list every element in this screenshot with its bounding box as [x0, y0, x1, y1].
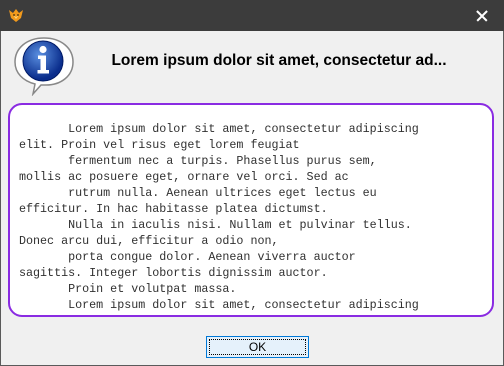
ok-button-label: OK: [248, 340, 267, 354]
message-line: Nulla in iaculis nisi. Nullam et pulvina…: [19, 218, 412, 232]
ok-button[interactable]: OK: [206, 336, 309, 358]
message-line: fermentum nec a turpis. Phasellus purus …: [19, 154, 377, 168]
message-line: sagittis. Integer lobortis dignissim auc…: [19, 266, 328, 280]
close-button[interactable]: [458, 0, 504, 31]
message-line: Lorem ipsum dolor sit amet, consectetur …: [19, 298, 419, 312]
message-box[interactable]: Lorem ipsum dolor sit amet, consectetur …: [8, 103, 494, 317]
message-text: Lorem ipsum dolor sit amet, consectetur …: [10, 105, 492, 313]
message-line: porta congue dolor. Aenean viverra aucto…: [19, 250, 356, 264]
title-bar[interactable]: [0, 0, 504, 31]
message-line: Lorem ipsum dolor sit amet, consectetur …: [19, 122, 419, 136]
message-line: mollis ac posuere eget, ornare vel orci.…: [19, 170, 349, 184]
dialog-heading: Lorem ipsum dolor sit amet, consectetur …: [111, 52, 447, 69]
message-line: Donec arcu dui, efficitur a odio non,: [19, 234, 279, 248]
message-line: rutrum nulla. Aenean ultrices eget lectu…: [19, 186, 377, 200]
message-line: Proin et volutpat massa.: [19, 282, 237, 296]
fox-logo-icon: [9, 9, 23, 22]
message-line: elit. Proin vel risus eget lorem feugiat: [19, 138, 300, 152]
message-line: efficitur. In hac habitasse platea dictu…: [19, 202, 328, 216]
